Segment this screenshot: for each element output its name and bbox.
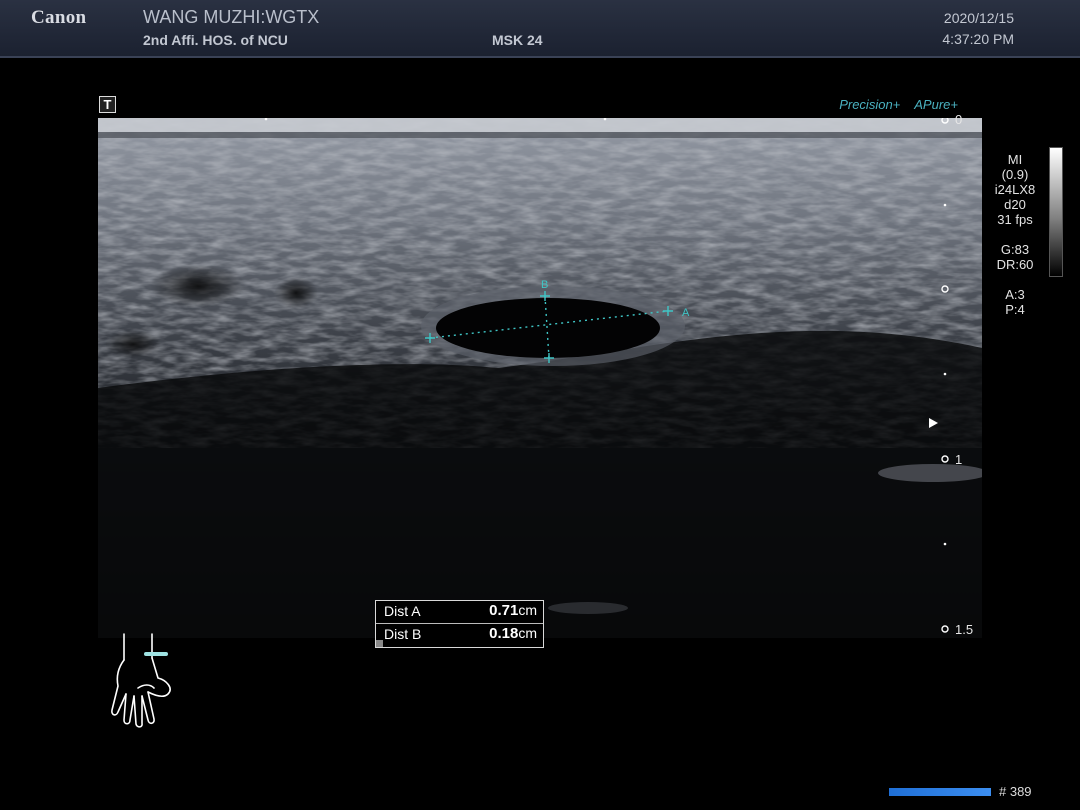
caliper-label-b: B [541,279,548,291]
brand-logo: Canon [31,7,87,28]
param-fps: 31 fps [997,212,1033,227]
exam-time: 4:37:20 PM [942,31,1014,47]
param-mi: MI [1007,152,1023,167]
grayscale-bar [1049,147,1063,277]
precision-flag: Precision+ [839,97,901,112]
measurement-name: Dist A [384,603,421,619]
depth-label-1-5: 1.5 [955,622,974,637]
param-p: P:4 [1005,302,1025,317]
scan-parameters: MI (0.9) i24LX8 d20 31 fps G:83 DR:60 A:… [985,152,1045,317]
param-gain: G:83 [1000,242,1030,257]
orientation-marker-icon: T [99,96,116,113]
measurement-unit: cm [518,602,537,618]
measurement-unit: cm [518,625,537,641]
focus-position-icon[interactable] [929,418,938,428]
measurement-value: 0.18 [489,625,519,642]
param-mi-value: (0.9) [1001,167,1029,182]
measurement-row: Dist B 0.18cm [376,623,543,646]
param-probe: i24LX8 [994,182,1036,197]
param-a: A:3 [1005,287,1025,302]
depth-scale [941,118,949,633]
measurement-name: Dist B [384,626,422,642]
measurement-row: Dist A 0.71cm [376,601,543,623]
depth-label-0: 0 [955,112,963,127]
hospital-name: 2nd Affi. HOS. of NCU [143,32,288,48]
imaging-flags: Precision+ APure+ [839,97,958,112]
hand-bodymark-icon [111,633,171,728]
depth-label-1: 1 [955,452,963,467]
frame-counter: # 389 [999,784,1032,799]
ultrasound-scan-graphic: B A [98,118,982,638]
measurement-corner-marker [376,640,383,647]
caliper-label-a: A [682,307,690,319]
exam-preset: MSK 24 [492,32,543,48]
measurement-value: 0.71 [489,602,519,619]
header-bar: Canon WANG MUZHI:WGTX 2nd Affi. HOS. of … [0,0,1080,58]
measurement-results[interactable]: Dist A 0.71cm Dist B 0.18cm [375,600,544,648]
ultrasound-image[interactable]: B A [98,118,982,638]
cine-progress-bar[interactable] [889,788,991,796]
exam-date: 2020/12/15 [943,10,1014,26]
param-depth: d20 [1004,197,1026,212]
param-dynamic-range: DR:60 [996,257,1034,272]
patient-name: WANG MUZHI:WGTX [143,7,320,27]
apure-flag: APure+ [914,97,958,112]
orientation-marker-label: T [103,97,112,112]
